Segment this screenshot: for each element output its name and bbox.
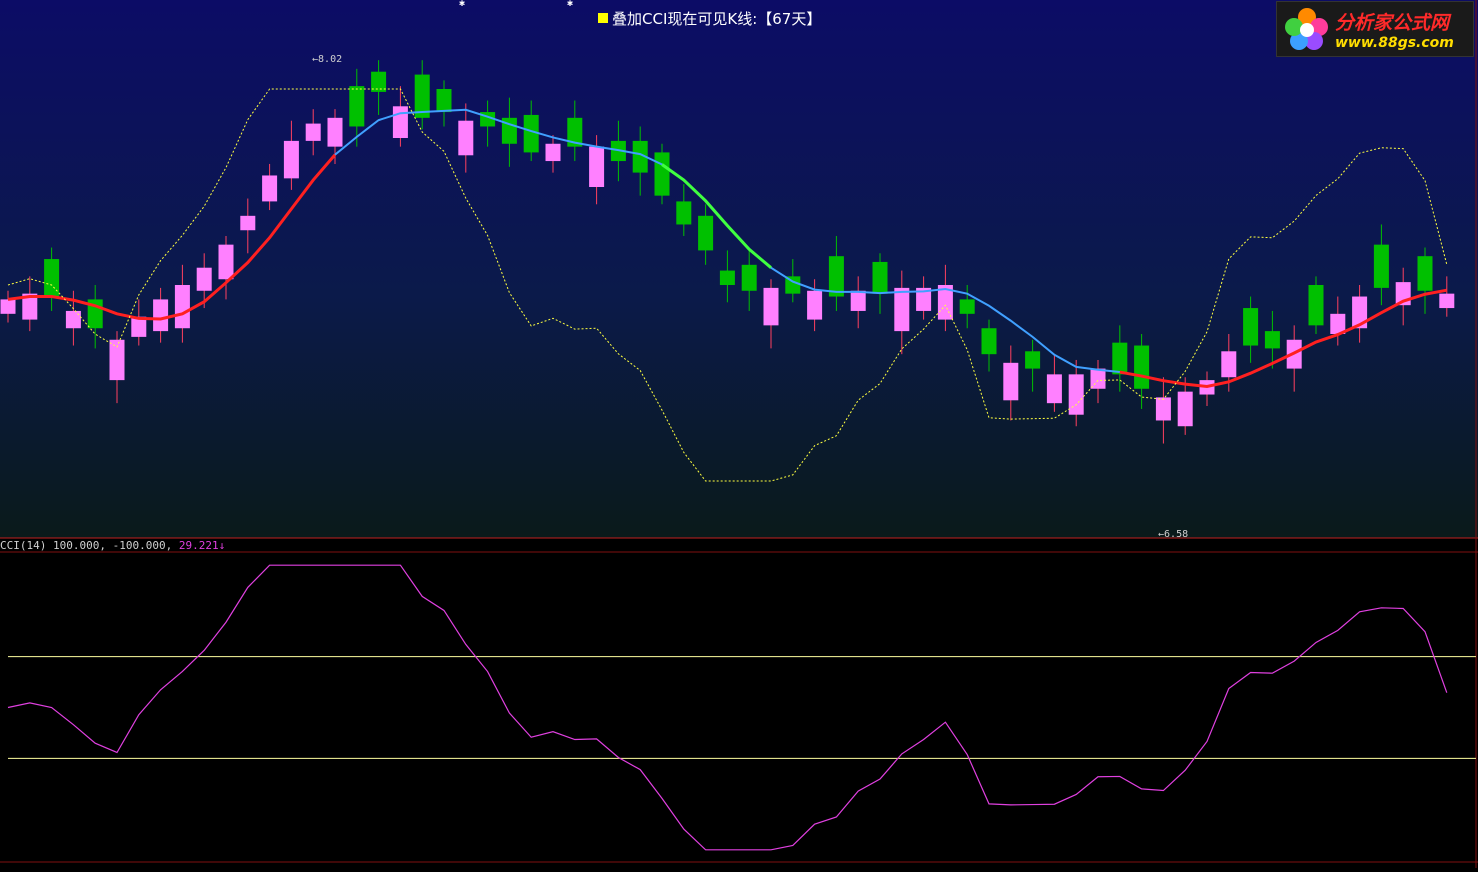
candle-body[interactable] [262,175,278,202]
candle-body[interactable] [523,114,539,153]
candle-body[interactable] [458,120,474,156]
indicator-lower-level: -100.000, [112,539,173,552]
candle-body[interactable] [153,299,169,332]
candle-body[interactable] [872,261,888,294]
low-marker-label: ←6.58 [1158,529,1188,540]
candle-body[interactable] [807,290,823,320]
candle-body[interactable] [1264,331,1280,349]
candle-body[interactable] [1025,351,1041,369]
down-arrow-icon: ↓ [218,539,226,552]
chart-stage: ←8.02 ←6.58 ✱ ✱ 叠加CCI现在可见K线:【67天】 CCI(14… [0,0,1478,868]
candle-body[interactable] [1373,244,1389,288]
candle-body[interactable] [392,106,408,138]
high-marker-label: ←8.02 [312,54,342,65]
title-square-icon [598,13,608,23]
candle-body[interactable] [698,215,714,251]
candle-body[interactable] [589,146,605,187]
cci-line [7,564,1448,851]
chart-canvas[interactable]: ←8.02 ←6.58 ✱ ✱ [0,0,1478,868]
candle-body[interactable] [1068,374,1084,415]
chart-title: 叠加CCI现在可见K线:【67天】 [598,8,821,29]
candle-body[interactable] [850,290,866,311]
site-logo[interactable]: 分析家公式网 www.88gs.com [1276,1,1474,57]
candle-body[interactable] [1417,256,1433,291]
candle-body[interactable] [763,287,779,326]
logo-line-2: www.88gs.com [1335,35,1454,51]
indicator-header: CCI(14) 100.000, -100.000, 29.221↓ [0,539,225,552]
candle-body[interactable] [305,123,321,141]
candle-body[interactable] [1439,293,1455,309]
candle-body[interactable] [1308,285,1324,326]
candle-body[interactable] [1003,362,1019,401]
flower-logo-icon [1285,8,1328,50]
candle-body[interactable] [1112,342,1128,375]
indicator-current-value: 29.221 [178,539,219,552]
candle-body[interactable] [741,264,757,291]
candle-body[interactable] [676,201,692,225]
candle-body[interactable] [1090,368,1106,389]
candle-body[interactable] [894,287,910,332]
candle-body[interactable] [545,143,561,162]
candle-body[interactable] [436,89,452,113]
star-marker: ✱ [459,0,465,9]
candle-body[interactable] [1046,374,1062,404]
candle-body[interactable] [327,117,343,147]
candle-body[interactable] [1155,397,1171,421]
candle-body[interactable] [349,86,365,127]
candle-body[interactable] [218,244,234,280]
candle-body[interactable] [654,152,670,196]
candle-body[interactable] [0,299,16,314]
candle-body[interactable] [174,285,190,329]
indicator-upper-level: 100.000, [52,539,106,552]
chart-title-text: 叠加CCI现在可见K线:【67天】 [612,10,822,28]
candle-body[interactable] [65,310,81,329]
star-marker: ✱ [567,0,573,9]
logo-line-1: 分析家公式网 [1335,12,1450,34]
indicator-name: CCI(14) [0,539,47,552]
candle-body[interactable] [1243,308,1259,346]
candle-body[interactable] [1134,345,1150,389]
cci-layer [7,564,1476,851]
candle-body[interactable] [959,299,975,314]
candle-body[interactable] [1177,391,1193,427]
candle-body[interactable] [981,328,997,355]
candle-body[interactable] [1221,351,1237,378]
candle-body[interactable] [283,140,299,179]
candle-body[interactable] [196,267,212,291]
candle-body[interactable] [719,270,735,285]
candle-body[interactable] [240,215,256,231]
